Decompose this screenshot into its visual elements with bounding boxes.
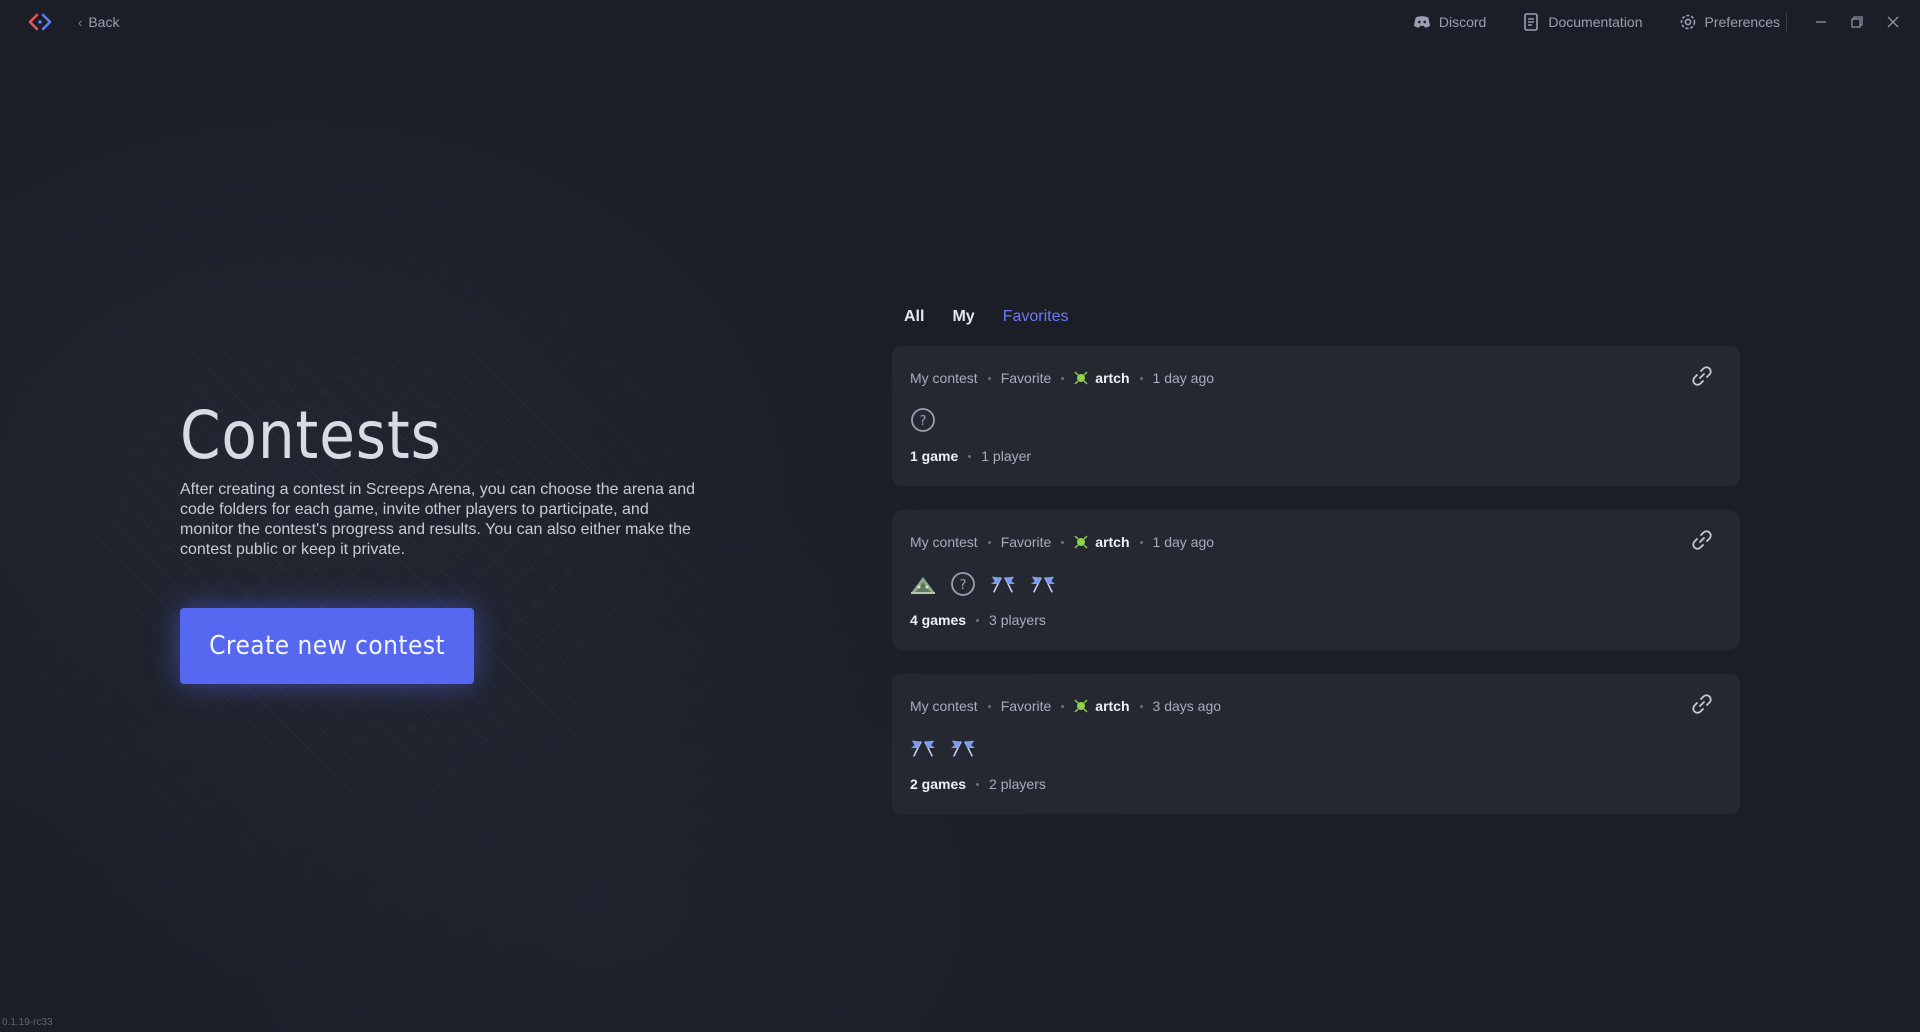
app-logo-icon[interactable] [28, 12, 52, 32]
games-count: 1 game [910, 448, 959, 464]
page-description: After creating a contest in Screeps Aren… [180, 481, 695, 558]
flags-icon [1030, 576, 1056, 593]
documentation-link[interactable]: Documentation [1522, 13, 1643, 31]
preferences-label: Preferences [1704, 14, 1780, 30]
gear-icon [1680, 14, 1695, 30]
svg-text:?: ? [960, 578, 967, 593]
create-contest-button[interactable]: Create new contest [180, 608, 474, 684]
maximize-button[interactable] [1848, 10, 1866, 34]
minimize-button[interactable] [1812, 10, 1830, 34]
app-version: 0.1.19-rc33 [2, 1017, 53, 1028]
favorite-label: Favorite [1000, 698, 1052, 714]
titlebar-divider [1786, 13, 1787, 31]
contest-meta: My contest Favorite artch 1 day ago [910, 532, 1214, 552]
contest-type: My contest [910, 370, 978, 386]
separator-dot [976, 618, 980, 622]
flags-icon [990, 576, 1016, 593]
game-icons: ? [910, 406, 936, 434]
page-title: Contests [180, 397, 442, 474]
separator-dot [987, 704, 991, 708]
flags-icon [950, 740, 976, 757]
contest-card[interactable]: My contest Favorite artch 1 day ago ? 4 … [892, 510, 1740, 650]
game-icons: ? [910, 570, 1056, 598]
favorite-label: Favorite [1000, 534, 1052, 550]
window-controls [1812, 10, 1902, 34]
contest-author[interactable]: artch [1074, 370, 1130, 386]
players-count: 1 player [981, 448, 1032, 464]
discord-label: Discord [1438, 14, 1487, 30]
hero-section: Contests After creating a contest in Scr… [180, 396, 700, 560]
close-button[interactable] [1884, 10, 1902, 34]
flags-icon [910, 740, 936, 757]
separator-dot [987, 540, 991, 544]
contest-author[interactable]: artch [1074, 698, 1130, 714]
copy-link-icon[interactable] [1690, 692, 1714, 716]
avatar-icon [1074, 699, 1088, 713]
contest-age: 1 day ago [1152, 370, 1215, 386]
author-name: artch [1095, 698, 1130, 714]
games-count: 4 games [910, 612, 967, 628]
copy-link-icon[interactable] [1690, 364, 1714, 388]
contest-card[interactable]: My contest Favorite artch 1 day ago ? 1 … [892, 346, 1740, 486]
contest-age: 3 days ago [1152, 698, 1222, 714]
title-bar: ‹ Back Discord Documentation Preferences [0, 0, 1920, 44]
tab-favorites[interactable]: Favorites [1003, 308, 1069, 326]
avatar-icon [1074, 371, 1088, 385]
favorite-label: Favorite [1000, 370, 1052, 386]
separator-dot [968, 454, 972, 458]
contest-stats: 2 games 2 players [910, 774, 1046, 794]
separator-dot [976, 782, 980, 786]
tab-my[interactable]: My [952, 308, 974, 326]
back-button[interactable]: ‹ Back [78, 12, 119, 32]
minimize-icon [1816, 21, 1826, 23]
back-label: Back [88, 14, 120, 30]
discord-icon [1413, 16, 1430, 28]
separator-dot [987, 376, 991, 380]
restore-icon [1851, 16, 1863, 28]
contest-card[interactable]: My contest Favorite artch 3 days ago 2 g… [892, 674, 1740, 814]
tent-icon [911, 577, 935, 594]
question-icon: ? [911, 408, 935, 432]
contest-stats: 4 games 3 players [910, 610, 1046, 630]
author-name: artch [1095, 370, 1130, 386]
separator-dot [1061, 376, 1065, 380]
contest-author[interactable]: artch [1074, 534, 1130, 550]
separator-dot [1139, 704, 1143, 708]
tab-all[interactable]: All [904, 308, 924, 326]
documentation-label: Documentation [1548, 14, 1643, 30]
contest-type: My contest [910, 698, 978, 714]
top-links: Discord Documentation Preferences [1413, 10, 1780, 34]
close-icon [1887, 16, 1899, 28]
players-count: 2 players [989, 776, 1046, 792]
games-count: 2 games [910, 776, 967, 792]
create-contest-label: Create new contest [208, 631, 446, 661]
svg-text:?: ? [920, 414, 927, 429]
avatar-icon [1074, 535, 1088, 549]
contest-filter-tabs: All My Favorites [904, 306, 1068, 328]
players-count: 3 players [989, 612, 1046, 628]
preferences-link[interactable]: Preferences [1679, 13, 1780, 31]
separator-dot [1061, 704, 1065, 708]
question-icon: ? [951, 572, 975, 596]
document-icon [1524, 13, 1539, 31]
author-name: artch [1095, 534, 1130, 550]
chevron-left-icon: ‹ [78, 14, 83, 30]
copy-link-icon[interactable] [1690, 528, 1714, 552]
separator-dot [1061, 540, 1065, 544]
contest-meta: My contest Favorite artch 1 day ago [910, 368, 1214, 388]
separator-dot [1139, 540, 1143, 544]
contest-stats: 1 game 1 player [910, 446, 1031, 466]
discord-link[interactable]: Discord [1413, 13, 1486, 31]
game-icons [910, 734, 976, 762]
contest-type: My contest [910, 534, 978, 550]
contest-meta: My contest Favorite artch 3 days ago [910, 696, 1221, 716]
separator-dot [1139, 376, 1143, 380]
contest-age: 1 day ago [1152, 534, 1215, 550]
